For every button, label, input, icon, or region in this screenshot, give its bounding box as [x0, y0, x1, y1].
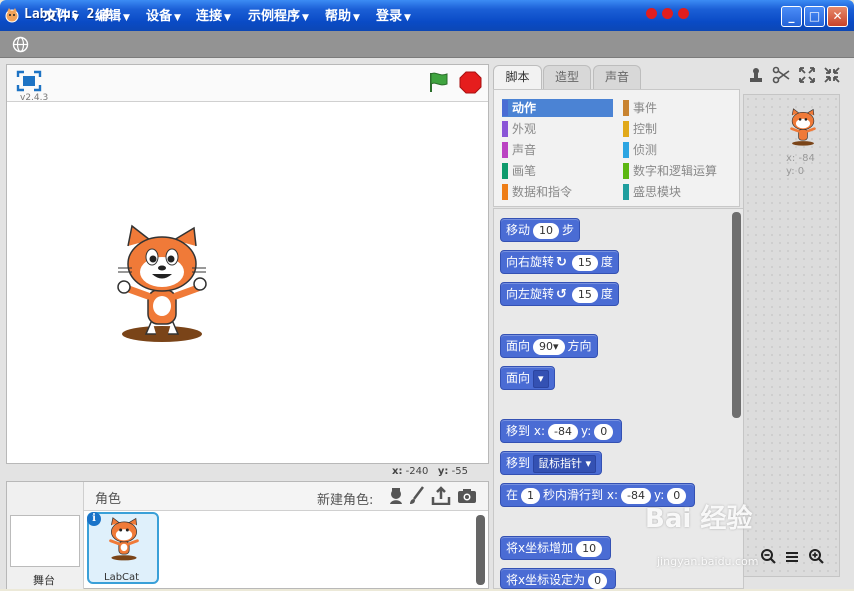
zoom-out-icon[interactable] — [760, 548, 776, 564]
tab-scripts[interactable]: 脚本 — [493, 65, 542, 90]
block-turn-right[interactable]: 向右旋转 ↻ 15 度 — [500, 250, 619, 274]
cut-scissors-icon[interactable] — [772, 66, 790, 84]
zoom-reset-icon[interactable] — [784, 548, 800, 564]
minimize-button[interactable]: _ — [781, 6, 802, 27]
category-sound[interactable]: 声音 — [502, 141, 613, 159]
stage-label: 舞台 — [33, 574, 55, 587]
current-sprite-thumbnail — [787, 108, 819, 148]
category-data[interactable]: 数据和指令 — [502, 183, 613, 201]
sprite-info-icon[interactable]: i — [87, 512, 101, 526]
close-button[interactable]: ✕ — [827, 6, 848, 27]
category-control[interactable]: 控制 — [623, 120, 734, 138]
menu-file[interactable]: 文件 ▼ — [44, 5, 79, 24]
block-turn-left[interactable]: 向左旋转 ↺ 15 度 — [500, 282, 619, 306]
x-change-input[interactable]: 10 — [576, 540, 603, 557]
rotate-ccw-icon: ↺ — [556, 287, 567, 302]
category-labplus-modules[interactable]: 盛思模块 — [623, 183, 734, 201]
block-move-steps[interactable]: 移动 10 步 — [500, 218, 581, 242]
steps-input[interactable]: 10 — [533, 222, 560, 239]
menu-connect[interactable]: 连接 ▼ — [196, 5, 231, 24]
sprite-library-icon[interactable] — [387, 487, 405, 505]
sprite-position: x: -84 y: 0 — [786, 153, 815, 177]
block-set-x[interactable]: 将x坐标设定为 0 — [500, 568, 617, 589]
menu-bar — [0, 31, 854, 58]
globe-icon[interactable] — [12, 36, 29, 53]
block-point-towards[interactable]: 面向 ▾ — [500, 366, 555, 390]
shrink-icon[interactable] — [823, 66, 841, 84]
menu-examples[interactable]: 示例程序 ▼ — [248, 5, 309, 24]
zoom-in-icon[interactable] — [808, 548, 824, 564]
maximize-button[interactable]: □ — [804, 6, 825, 27]
category-sensing[interactable]: 侦测 — [623, 141, 734, 159]
menu-login[interactable]: 登录 ▼ — [376, 5, 411, 24]
menu-help[interactable]: 帮助 ▼ — [325, 5, 360, 24]
x-set-input[interactable]: 0 — [588, 572, 608, 589]
stage[interactable] — [6, 64, 489, 464]
duplicate-stamp-icon[interactable] — [747, 66, 765, 84]
category-looks[interactable]: 外观 — [502, 120, 613, 138]
version-label: v2.4.3 — [20, 93, 49, 103]
y-input[interactable]: 0 — [594, 423, 614, 440]
app-cat-icon — [4, 7, 20, 23]
goto-target-dropdown[interactable]: 鼠标指针 ▾ — [533, 454, 597, 473]
category-motion[interactable]: 动作 — [502, 99, 613, 117]
towards-dropdown[interactable]: ▾ — [533, 369, 549, 388]
status-dot — [646, 8, 657, 19]
degrees-input[interactable]: 15 — [571, 254, 598, 271]
block-change-x[interactable]: 将x坐标增加 10 — [500, 536, 612, 560]
grow-icon[interactable] — [798, 66, 816, 84]
rotate-cw-icon: ↻ — [556, 255, 567, 270]
block-goto-target[interactable]: 移到 鼠标指针 ▾ — [500, 451, 603, 475]
paint-brush-icon[interactable] — [409, 486, 425, 505]
sprite-name: LabCat — [104, 572, 140, 583]
blocks-scrollbar[interactable] — [732, 212, 741, 418]
category-events[interactable]: 事件 — [623, 99, 734, 117]
stage-coords: x: -240 y: -55 — [392, 466, 468, 477]
tab-costumes[interactable]: 造型 — [543, 65, 591, 89]
camera-icon[interactable] — [457, 488, 477, 504]
x-input[interactable]: -84 — [548, 423, 578, 440]
seconds-input[interactable]: 1 — [521, 487, 541, 504]
stage-thumbnail[interactable] — [10, 515, 80, 567]
block-point-direction[interactable]: 面向 90▾ 方向 — [500, 334, 598, 358]
watermark-url: jingyan.baidu.com — [657, 555, 759, 568]
upload-icon[interactable] — [431, 486, 451, 506]
category-operators[interactable]: 数字和逻辑运算 — [623, 162, 734, 180]
status-dot — [678, 8, 689, 19]
labcat-sprite[interactable] — [112, 224, 212, 348]
watermark: Bai 经验 — [645, 504, 753, 534]
sprite-header — [84, 482, 488, 511]
tab-sounds[interactable]: 声音 — [593, 65, 641, 89]
sprite-pane-scrollbar[interactable] — [476, 515, 485, 585]
stop-icon[interactable] — [459, 71, 482, 94]
direction-dropdown[interactable]: 90▾ — [533, 338, 565, 355]
green-flag-icon[interactable] — [428, 71, 450, 93]
status-dot — [662, 8, 673, 19]
fullscreen-icon[interactable] — [16, 70, 42, 92]
menu-edit[interactable]: 编辑 ▼ — [95, 5, 130, 24]
degrees-input[interactable]: 15 — [571, 286, 598, 303]
sprites-title: 角色 — [95, 492, 122, 507]
new-sprite-label: 新建角色: — [317, 493, 374, 508]
menu-device[interactable]: 设备 ▼ — [146, 5, 181, 24]
category-pen[interactable]: 画笔 — [502, 162, 613, 180]
stage-header — [7, 65, 488, 102]
block-goto-xy[interactable]: 移到 x: -84 y: 0 — [500, 419, 623, 443]
